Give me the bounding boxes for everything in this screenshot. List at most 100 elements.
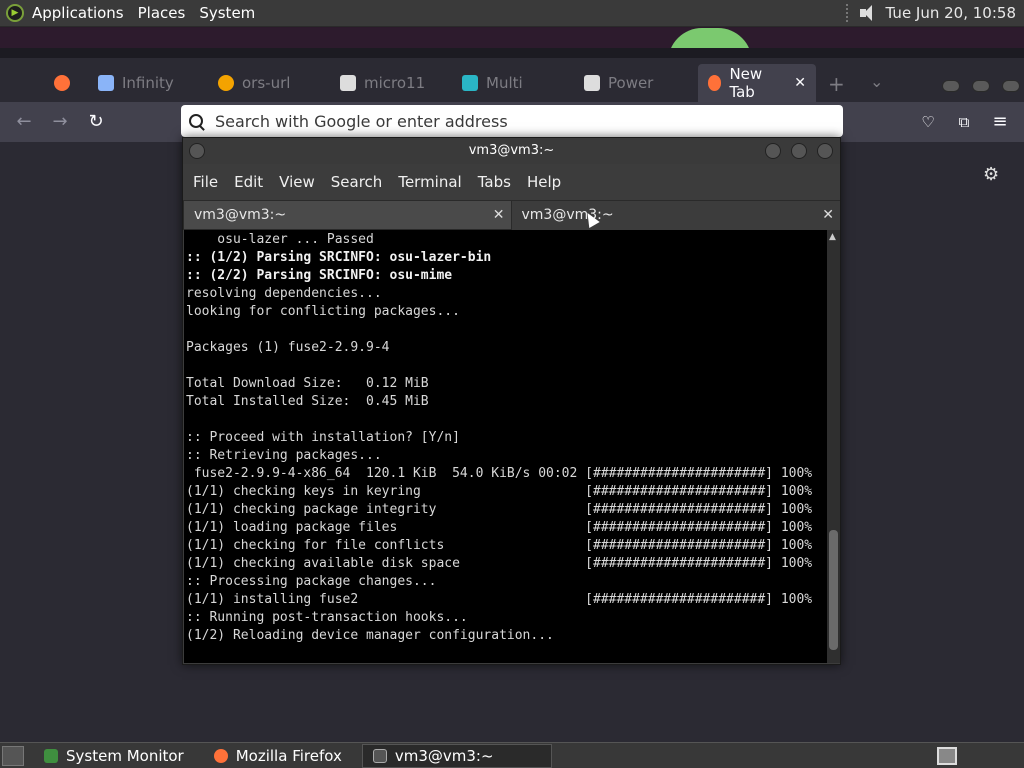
show-desktop-button[interactable] (2, 745, 24, 766)
terminal-line: (1/1) loading package files [###########… (186, 520, 813, 535)
extensions-icon[interactable]: ⧉ (952, 110, 976, 134)
panel-tray: Tue Jun 20, 10:58 (845, 4, 1016, 22)
terminal-line: (1/1) checking available disk space [###… (186, 556, 813, 571)
reload-icon[interactable]: ↻ (84, 110, 108, 134)
menu-help[interactable]: Help (527, 173, 561, 191)
terminal-output[interactable]: osu-lazer ... Passed:: (1/2) Parsing SRC… (184, 230, 827, 663)
terminal-menubar: File Edit View Search Terminal Tabs Help (183, 168, 840, 196)
menu-tabs[interactable]: Tabs (478, 173, 511, 191)
taskbar-item-label: vm3@vm3:~ (394, 746, 494, 765)
terminal-tab-2[interactable]: vm3@vm3:~ ✕ (511, 200, 840, 230)
scroll-up-icon[interactable]: ▲ (829, 232, 836, 242)
menu-applications[interactable]: Applications (32, 4, 124, 22)
minimize-terminal-button[interactable] (765, 143, 781, 159)
address-bar[interactable]: Search with Google or enter address (181, 105, 843, 137)
bank-icon (340, 75, 356, 91)
close-tab-icon[interactable]: ✕ (822, 201, 834, 229)
terminal-line: Packages (1) fuse2-2.9.9-4 (186, 340, 390, 355)
terminal-line: (1/2) Reloading device manager configura… (186, 628, 554, 643)
browser-tab-label: ors-url (242, 74, 291, 92)
taskbar-item-label: Mozilla Firefox (235, 746, 342, 765)
firefox-icon (708, 75, 722, 91)
terminal-line: :: Retrieving packages... (186, 448, 382, 463)
maximize-window-button[interactable] (972, 80, 990, 92)
volume-icon[interactable] (858, 4, 878, 22)
terminal-title: vm3@vm3:~ (468, 143, 555, 158)
workspace-switcher[interactable] (937, 747, 957, 765)
taskbar-system-monitor[interactable]: System Monitor (34, 744, 194, 768)
close-terminal-button[interactable] (817, 143, 833, 159)
terminal-window: vm3@vm3:~ File Edit View Search Terminal… (182, 137, 841, 665)
menu-file[interactable]: File (193, 173, 218, 191)
terminal-line: looking for conflicting packages... (186, 304, 460, 319)
top-panel: ▶ Applications Places System Tue Jun 20,… (0, 0, 1024, 27)
bottom-taskbar: System Monitor Mozilla Firefox vm3@vm3:~ (0, 742, 1024, 768)
gear-icon[interactable]: ⚙ (983, 164, 999, 185)
terminal-line: :: Processing package changes... (186, 574, 437, 589)
close-window-button[interactable] (1002, 80, 1020, 92)
search-icon (189, 114, 203, 128)
browser-tab-strip: Infinity ors-url micro11 Multi Power New… (0, 58, 1024, 102)
terminal-tab-bar: vm3@vm3:~ ✕ vm3@vm3:~ ✕ (183, 200, 840, 230)
browser-tab-2[interactable]: ors-url (208, 64, 300, 102)
settings-icon (98, 75, 114, 91)
terminal-line: (1/1) checking for file conflicts [#####… (186, 538, 813, 553)
menu-system[interactable]: System (199, 4, 255, 22)
terminal-line: fuse2-2.9.9-4-x86_64 120.1 KiB 54.0 KiB/… (186, 466, 813, 481)
terminal-lines: osu-lazer ... Passed:: (1/2) Parsing SRC… (186, 231, 825, 645)
terminal-tab-1[interactable]: vm3@vm3:~ ✕ (183, 200, 512, 230)
browser-tab-5[interactable]: Power (574, 64, 663, 102)
menu-edit[interactable]: Edit (234, 173, 263, 191)
firefox-icon (54, 75, 70, 91)
hamburger-menu-icon[interactable]: ≡ (988, 110, 1012, 134)
chevron-down-icon[interactable]: ⌄ (870, 72, 883, 91)
globe-icon (218, 75, 234, 91)
panel-separator (845, 4, 850, 22)
menu-search[interactable]: Search (331, 173, 383, 191)
menu-places[interactable]: Places (138, 4, 186, 22)
pocket-icon[interactable]: ♡ (916, 110, 940, 134)
minimize-window-button[interactable] (942, 80, 960, 92)
terminal-scrollbar[interactable]: ▲ (827, 230, 840, 663)
browser-tab-label: Power (608, 74, 654, 92)
back-arrow-icon[interactable]: ← (12, 110, 36, 134)
close-tab-icon[interactable]: ✕ (794, 75, 806, 91)
terminal-line: (1/1) checking keys in keyring [########… (186, 484, 813, 499)
new-tab-icon[interactable]: + (828, 72, 845, 96)
terminal-tab-label: vm3@vm3:~ (521, 207, 614, 223)
scrollbar-thumb[interactable] (829, 530, 838, 650)
terminal-icon (372, 748, 387, 763)
browser-tab-firefox-view[interactable] (44, 64, 80, 102)
maximize-terminal-button[interactable] (791, 143, 807, 159)
browser-navbar: ← → ↻ Search with Google or enter addres… (0, 102, 1024, 142)
browser-tab-label: Multi (486, 74, 523, 92)
browser-tab-3[interactable]: micro11 (330, 64, 435, 102)
panel-clock[interactable]: Tue Jun 20, 10:58 (886, 4, 1016, 22)
browser-tab-1[interactable]: Infinity (88, 64, 184, 102)
terminal-line: (1/1) checking package integrity [######… (186, 502, 813, 517)
taskbar-firefox[interactable]: Mozilla Firefox (204, 744, 352, 768)
forward-arrow-icon[interactable]: → (48, 110, 72, 134)
menu-terminal[interactable]: Terminal (398, 173, 461, 191)
menu-view[interactable]: View (279, 173, 315, 191)
taskbar-terminal[interactable]: vm3@vm3:~ (361, 743, 552, 768)
terminal-line: (1/1) installing fuse2 [################… (186, 592, 813, 607)
terminal-titlebar[interactable]: vm3@vm3:~ (183, 138, 840, 164)
terminal-line: resolving dependencies... (186, 286, 382, 301)
close-tab-icon[interactable]: ✕ (493, 201, 505, 229)
terminal-line: :: (2/2) Parsing SRCINFO: osu-mime (186, 268, 453, 283)
terminal-line: :: Proceed with installation? [Y/n] (186, 430, 460, 445)
distro-logo-icon[interactable]: ▶ (6, 4, 24, 22)
browser-tab-4[interactable]: Multi (452, 64, 533, 102)
window-menu-button[interactable] (189, 143, 205, 159)
firefox-icon (213, 748, 228, 763)
system-monitor-icon (44, 748, 58, 763)
browser-tab-label: micro11 (364, 74, 426, 92)
address-bar-placeholder: Search with Google or enter address (215, 111, 508, 131)
terminal-tab-label: vm3@vm3:~ (194, 207, 287, 223)
browser-tab-new-tab[interactable]: New Tab ✕ (698, 64, 816, 102)
terminal-line: Total Installed Size: 0.45 MiB (186, 394, 429, 409)
terminal-line: :: Running post-transaction hooks... (186, 610, 468, 625)
